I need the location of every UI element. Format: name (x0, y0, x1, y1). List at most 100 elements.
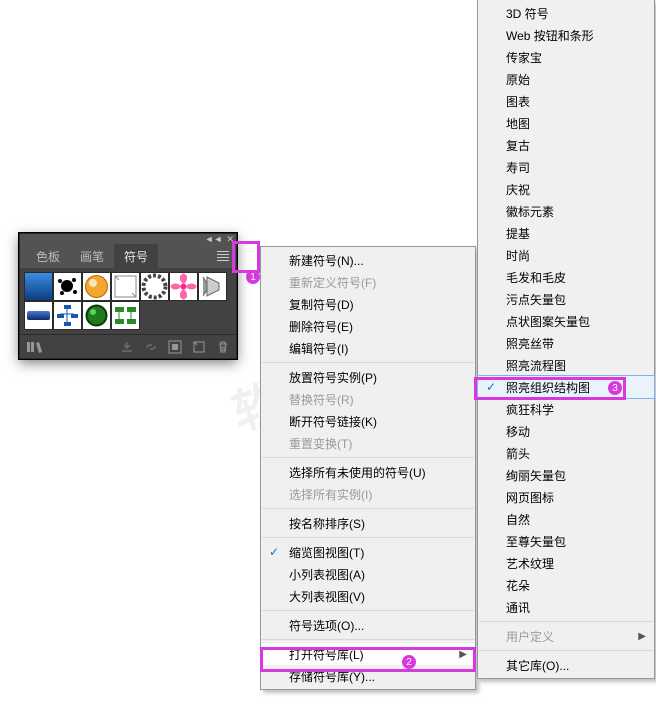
submenu-item[interactable]: 提基 (478, 222, 654, 244)
symbol-swatch[interactable] (111, 272, 140, 301)
submenu-item[interactable]: 毛发和毛皮 (478, 266, 654, 288)
tab-brushes[interactable]: 画笔 (70, 244, 114, 268)
menu-item: 重置变换(T) (261, 432, 475, 454)
tab-symbols[interactable]: 符号 (114, 244, 158, 268)
menu-item[interactable]: ✓缩览图视图(T) (261, 541, 475, 563)
submenu-item[interactable]: 艺术纹理 (478, 552, 654, 574)
panel-close-icon[interactable]: ✕ (226, 235, 234, 244)
symbol-swatch[interactable] (53, 301, 82, 330)
submenu-item-label: 移动 (506, 423, 530, 440)
submenu-item[interactable]: 传家宝 (478, 46, 654, 68)
submenu-item-label: 庆祝 (506, 181, 530, 198)
symbol-swatch[interactable] (82, 272, 111, 301)
submenu-item[interactable]: 照亮丝带 (478, 332, 654, 354)
menu-item: 重新定义符号(F) (261, 271, 475, 293)
submenu-item[interactable]: 移动 (478, 420, 654, 442)
submenu-item[interactable]: 3D 符号 (478, 2, 654, 24)
submenu-item-label: Web 按钮和条形 (506, 27, 594, 44)
menu-item-label: 断开符号链接(K) (289, 413, 377, 430)
symbol-swatch[interactable] (24, 301, 53, 330)
menu-separator (262, 639, 474, 640)
symbol-swatch[interactable] (198, 272, 227, 301)
submenu-item[interactable]: 原始 (478, 68, 654, 90)
submenu-item[interactable]: 点状图案矢量包 (478, 310, 654, 332)
submenu-item-label: 网页图标 (506, 489, 554, 506)
symbol-swatch[interactable] (53, 272, 82, 301)
menu-item[interactable]: 按名称排序(S) (261, 512, 475, 534)
menu-item[interactable]: 小列表视图(A) (261, 563, 475, 585)
menu-item[interactable]: 断开符号链接(K) (261, 410, 475, 432)
symbol-swatch[interactable] (169, 272, 198, 301)
submenu-item-label: 复古 (506, 137, 530, 154)
submenu-arrow-icon: ▶ (459, 649, 467, 660)
symbol-swatch[interactable] (140, 272, 169, 301)
submenu-item-label: 图表 (506, 93, 530, 110)
submenu-item[interactable]: 寿司 (478, 156, 654, 178)
submenu-item-label: 3D 符号 (506, 5, 549, 22)
submenu-item-label: 毛发和毛皮 (506, 269, 566, 286)
submenu-item-label: 点状图案矢量包 (506, 313, 590, 330)
menu-item-label: 打开符号库(L) (289, 646, 364, 663)
menu-item[interactable]: 复制符号(D) (261, 293, 475, 315)
submenu-item-label: 原始 (506, 71, 530, 88)
menu-item[interactable]: 删除符号(E) (261, 315, 475, 337)
submenu-item[interactable]: 自然 (478, 508, 654, 530)
menu-item[interactable]: 存储符号库(Y)... (261, 665, 475, 687)
submenu-item-label: 提基 (506, 225, 530, 242)
submenu-arrow-icon: ▶ (638, 631, 646, 642)
symbols-panel: ◄◄ ✕ 色板 画笔 符号 (19, 233, 237, 359)
submenu-item[interactable]: 疯狂科学 (478, 398, 654, 420)
menu-item-label: 选择所有实例(I) (289, 486, 372, 503)
menu-item[interactable]: 打开符号库(L) ▶ (261, 643, 475, 665)
menu-item-label: 编辑符号(I) (289, 340, 348, 357)
submenu-item[interactable]: ✓照亮组织结构图 (478, 376, 654, 398)
delete-symbol-icon[interactable] (216, 340, 230, 354)
new-symbol-icon[interactable] (192, 340, 206, 354)
submenu-item[interactable]: 网页图标 (478, 486, 654, 508)
submenu-item[interactable]: 污点矢量包 (478, 288, 654, 310)
symbol-swatch[interactable] (111, 301, 140, 330)
submenu-item[interactable]: 花朵 (478, 574, 654, 596)
menu-item[interactable]: 选择所有未使用的符号(U) (261, 461, 475, 483)
panel-collapse-icon[interactable]: ◄◄ (205, 235, 223, 244)
menu-item[interactable]: 符号选项(O)... (261, 614, 475, 636)
submenu-item[interactable]: Web 按钮和条形 (478, 24, 654, 46)
submenu-item[interactable]: 地图 (478, 112, 654, 134)
submenu-item-label: 至尊矢量包 (506, 533, 566, 550)
panel-menu-button[interactable] (213, 248, 233, 264)
menu-item-label: 新建符号(N)... (289, 252, 364, 269)
panel-tabs: 色板 画笔 符号 (20, 244, 236, 268)
menu-item-label: 存储符号库(Y)... (289, 668, 375, 685)
submenu-item[interactable]: 绚丽矢量包 (478, 464, 654, 486)
checkmark-icon: ✓ (486, 380, 496, 394)
menu-item[interactable]: 新建符号(N)... (261, 249, 475, 271)
submenu-item-label: 用户定义 (506, 628, 554, 645)
submenu-item[interactable]: 通讯 (478, 596, 654, 618)
symbol-options-icon[interactable] (168, 340, 182, 354)
menu-item-label: 删除符号(E) (289, 318, 353, 335)
menu-item[interactable]: 大列表视图(V) (261, 585, 475, 607)
submenu-item-label: 徽标元素 (506, 203, 554, 220)
menu-item-label: 小列表视图(A) (289, 566, 365, 583)
submenu-item[interactable]: 庆祝 (478, 178, 654, 200)
tab-swatches[interactable]: 色板 (26, 244, 70, 268)
submenu-item[interactable]: 箭头 (478, 442, 654, 464)
library-menu-icon[interactable] (26, 340, 44, 354)
submenu-item[interactable]: 徽标元素 (478, 200, 654, 222)
submenu-item[interactable]: 至尊矢量包 (478, 530, 654, 552)
symbols-grid (20, 268, 236, 334)
symbol-swatch[interactable] (82, 301, 111, 330)
submenu-item[interactable]: 复古 (478, 134, 654, 156)
submenu-item-label: 时尚 (506, 247, 530, 264)
menu-item[interactable]: 编辑符号(I) (261, 337, 475, 359)
submenu-item[interactable]: 照亮流程图 (478, 354, 654, 376)
menu-item[interactable]: 放置符号实例(P) (261, 366, 475, 388)
submenu-item[interactable]: 时尚 (478, 244, 654, 266)
submenu-item-label: 寿司 (506, 159, 530, 176)
highlight-badge-3: 3 (608, 381, 622, 395)
submenu-item-label: 照亮流程图 (506, 357, 566, 374)
menu-item-label: 选择所有未使用的符号(U) (289, 464, 426, 481)
submenu-item[interactable]: 其它库(O)... (478, 654, 654, 676)
symbol-swatch[interactable] (24, 272, 53, 301)
submenu-item[interactable]: 图表 (478, 90, 654, 112)
